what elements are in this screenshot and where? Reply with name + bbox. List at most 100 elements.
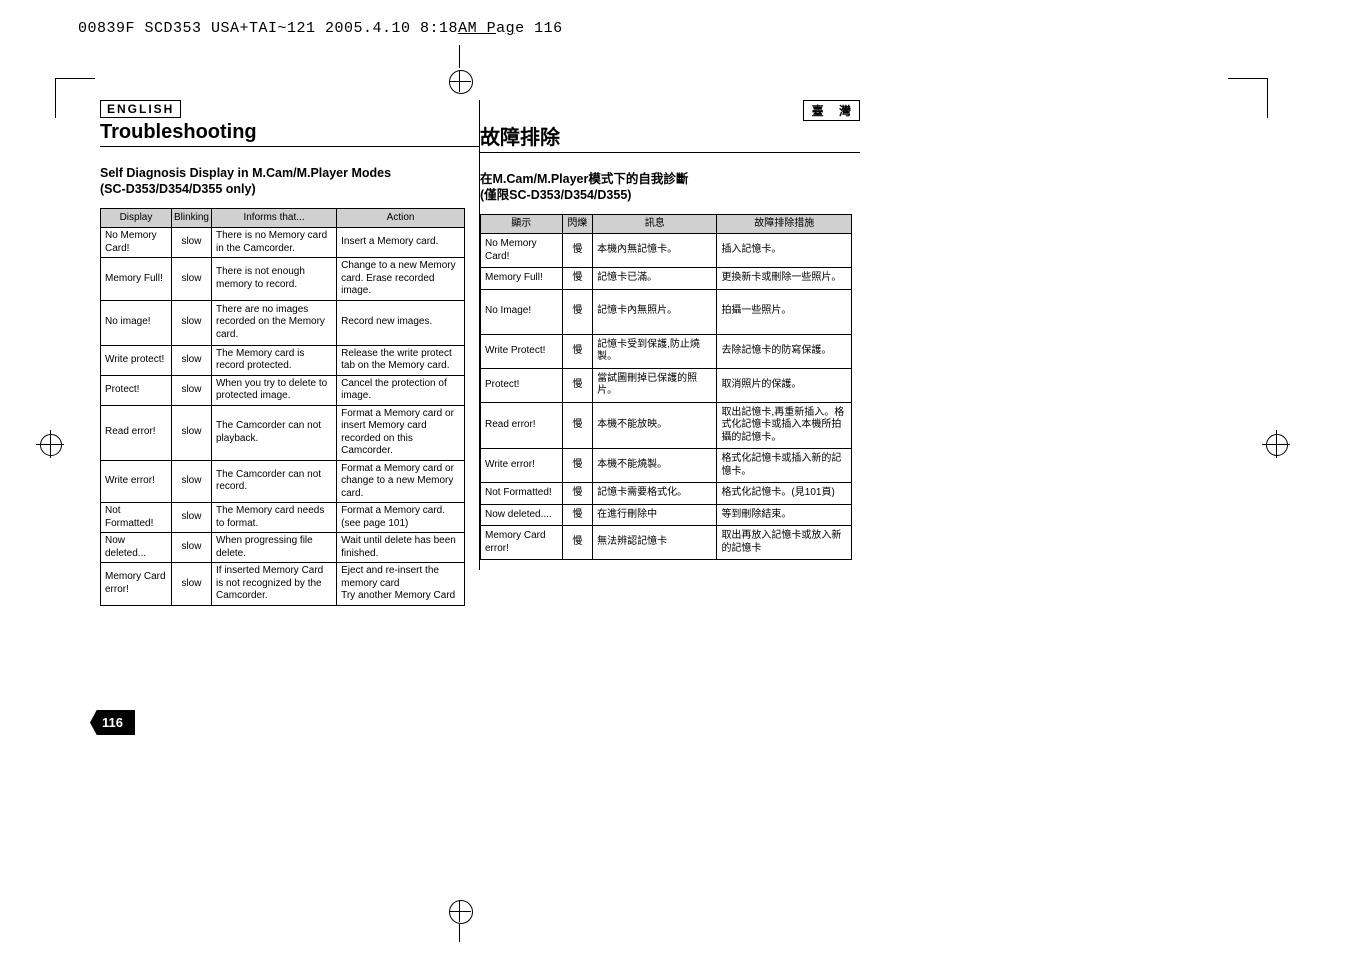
- cell: 本機不能燒製。: [593, 449, 717, 483]
- table-row: Read error!slowThe Camcorder can not pla…: [101, 405, 465, 460]
- table-row: Now deleted...slowWhen progressing file …: [101, 533, 465, 563]
- crop-mark-top-icon: [445, 45, 475, 85]
- registration-mark-right-icon: [1262, 430, 1290, 458]
- cell: The Memory card needs to format.: [211, 503, 336, 533]
- cell: 慢: [562, 289, 593, 334]
- table-row: Write error!slowThe Camcorder can not re…: [101, 460, 465, 503]
- cell: 當試圖刪掉已保護的照片。: [593, 368, 717, 402]
- cell: Wait until delete has been finished.: [337, 533, 465, 563]
- cell: Protect!: [481, 368, 563, 402]
- th-blinking-zh: 閃爍: [562, 214, 593, 234]
- sub-line1-left: Self Diagnosis Display in M.Cam/M.Player…: [100, 166, 391, 180]
- corner-mark-tl-icon: [55, 78, 95, 79]
- th-blinking: Blinking: [171, 208, 211, 228]
- table-row: Read error!慢本機不能放映。取出記憶卡,再重新插入。格式化記憶卡或插入…: [481, 402, 852, 449]
- diagnosis-table-english: Display Blinking Informs that... Action …: [100, 208, 465, 606]
- table-row: No Memory Card!slowThere is no Memory ca…: [101, 228, 465, 258]
- corner-mark-tr-icon: [1228, 78, 1268, 79]
- table-row: Not Formatted!慢記憶卡需要格式化。格式化記憶卡。(見101頁): [481, 483, 852, 505]
- table-row: Memory Full!慢記憶卡已滿。更換新卡或刪除一些照片。: [481, 268, 852, 290]
- language-label-chinese: 臺 灣: [803, 100, 860, 121]
- cell: 慢: [562, 449, 593, 483]
- th-display-zh: 顯示: [481, 214, 563, 234]
- cell: Write protect!: [101, 345, 172, 375]
- cell: There is not enough memory to record.: [211, 258, 336, 301]
- cell: 慢: [562, 402, 593, 449]
- cell: slow: [171, 460, 211, 503]
- cell: 格式化記憶卡。(見101頁): [717, 483, 852, 505]
- cell: Now deleted...: [101, 533, 172, 563]
- cell: When progressing file delete.: [211, 533, 336, 563]
- cell: 本機內無記憶卡。: [593, 234, 717, 268]
- th-action-zh: 故障排除措施: [717, 214, 852, 234]
- cell: Insert a Memory card.: [337, 228, 465, 258]
- cell: Read error!: [101, 405, 172, 460]
- sub-line2-right: (僅限SC-D353/D354/D355): [480, 188, 631, 202]
- cell: If inserted Memory Card is not recognize…: [211, 563, 336, 606]
- cell: slow: [171, 405, 211, 460]
- th-action: Action: [337, 208, 465, 228]
- language-label-english: ENGLISH: [100, 100, 181, 118]
- cell: Protect!: [101, 375, 172, 405]
- cell: Format a Memory card or insert Memory ca…: [337, 405, 465, 460]
- cell: 慢: [562, 526, 593, 560]
- cell: slow: [171, 300, 211, 345]
- file-u2: g: [506, 20, 516, 37]
- center-divider: [479, 100, 480, 570]
- cell: Now deleted....: [481, 504, 563, 526]
- cell: Eject and re-insert the memory card Try …: [337, 563, 465, 606]
- cell: 慢: [562, 334, 593, 368]
- cell: Change to a new Memory card. Erase recor…: [337, 258, 465, 301]
- cell: Memory Full!: [481, 268, 563, 290]
- cell: 慢: [562, 504, 593, 526]
- table-row: Memory Card error!slowIf inserted Memory…: [101, 563, 465, 606]
- section-title-left: Troubleshooting: [100, 121, 480, 147]
- cell: 在進行刪除中: [593, 504, 717, 526]
- cell: 記憶卡內無照片。: [593, 289, 717, 334]
- cell: Memory Card error!: [101, 563, 172, 606]
- cell: There are no images recorded on the Memo…: [211, 300, 336, 345]
- th-informs-zh: 訊息: [593, 214, 717, 234]
- subsection-title-left: Self Diagnosis Display in M.Cam/M.Player…: [100, 165, 480, 198]
- table-row: Protect!慢當試圖刪掉已保護的照片。取消照片的保護。: [481, 368, 852, 402]
- cell: Write error!: [101, 460, 172, 503]
- cell: slow: [171, 345, 211, 375]
- table-row: Write error!慢本機不能燒製。格式化記憶卡或插入新的記憶卡。: [481, 449, 852, 483]
- cell: Record new images.: [337, 300, 465, 345]
- cell: 慢: [562, 483, 593, 505]
- cell: Memory Full!: [101, 258, 172, 301]
- sub-line1-right: 在M.Cam/M.Player模式下的自我診斷: [480, 172, 688, 186]
- cell: Format a Memory card or change to a new …: [337, 460, 465, 503]
- cell: slow: [171, 258, 211, 301]
- sub-line2-left: (SC-D353/D354/D355 only): [100, 182, 256, 196]
- subsection-title-right: 在M.Cam/M.Player模式下的自我診斷 (僅限SC-D353/D354/…: [480, 171, 860, 204]
- cell: 記憶卡已滿。: [593, 268, 717, 290]
- cell: Not Formatted!: [481, 483, 563, 505]
- cell: 去除記憶卡的防寫保護。: [717, 334, 852, 368]
- page-number-badge: 116: [90, 710, 135, 735]
- table-row: Memory Card error!慢無法辨認記憶卡取出再放入記憶卡或放入新的記…: [481, 526, 852, 560]
- cell: 慢: [562, 368, 593, 402]
- th-informs: Informs that...: [211, 208, 336, 228]
- cell: slow: [171, 503, 211, 533]
- cell: 記憶卡需要格式化。: [593, 483, 717, 505]
- cell: Write Protect!: [481, 334, 563, 368]
- cell: 本機不能放映。: [593, 402, 717, 449]
- table-row: No image!slowThere are no images recorde…: [101, 300, 465, 345]
- table-row: Not Formatted!slowThe Memory card needs …: [101, 503, 465, 533]
- cell: 格式化記憶卡或插入新的記憶卡。: [717, 449, 852, 483]
- file-u1: AM P: [458, 20, 496, 37]
- crop-mark-bottom-icon: [445, 900, 475, 940]
- section-title-right: 故障排除: [480, 121, 860, 153]
- file-suffix: e 116: [515, 20, 563, 37]
- table-row: Protect!slowWhen you try to delete to pr…: [101, 375, 465, 405]
- cell: No Memory Card!: [101, 228, 172, 258]
- cell: slow: [171, 375, 211, 405]
- cell: There is no Memory card in the Camcorder…: [211, 228, 336, 258]
- cell: Read error!: [481, 402, 563, 449]
- table-row: Write protect!slowThe Memory card is rec…: [101, 345, 465, 375]
- cell: 等到刪除結束。: [717, 504, 852, 526]
- file-mid: a: [496, 20, 506, 37]
- cell: 取消照片的保護。: [717, 368, 852, 402]
- cell: 插入記憶卡。: [717, 234, 852, 268]
